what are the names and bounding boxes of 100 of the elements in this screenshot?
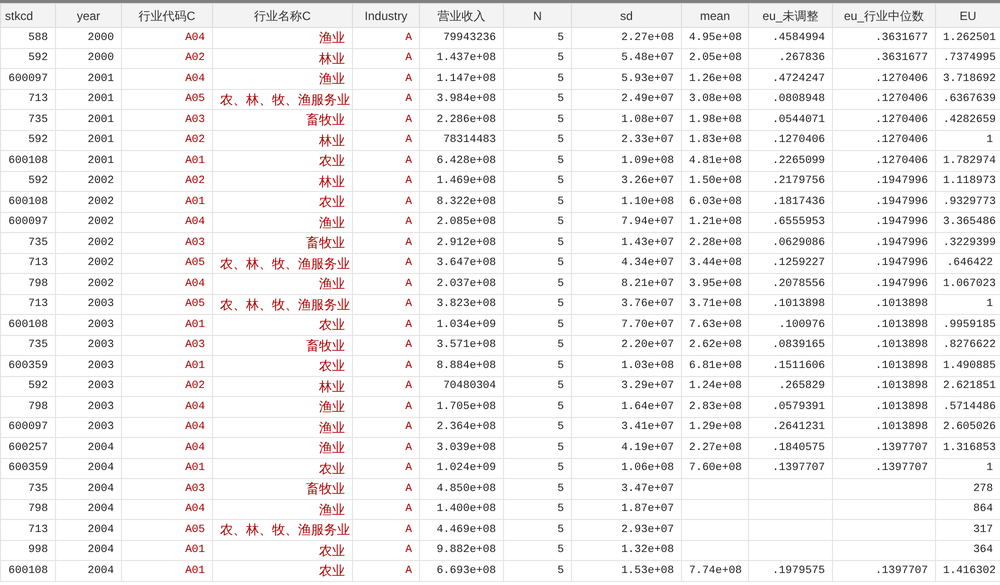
- table-cell: A: [352, 417, 420, 438]
- table-cell: 5: [504, 396, 572, 417]
- column-header[interactable]: year: [56, 4, 122, 28]
- table-cell: 5: [504, 314, 572, 335]
- column-header[interactable]: N: [504, 4, 572, 28]
- table-cell: 713: [0, 294, 56, 314]
- column-header[interactable]: 行业代码C: [122, 4, 212, 28]
- column-header[interactable]: stkcd: [0, 4, 56, 28]
- table-cell: 9.882e+08: [420, 540, 504, 560]
- table-cell: A: [352, 438, 420, 458]
- table-cell: 农、林、牧、渔服务业: [212, 89, 352, 110]
- table-cell: 600097: [0, 212, 56, 232]
- table-cell: .3631677: [832, 48, 936, 68]
- table-cell: .0579391: [748, 396, 832, 417]
- column-header[interactable]: 行业名称C: [212, 4, 352, 28]
- table-cell: 2001: [56, 150, 122, 171]
- table-cell: 7.60e+08: [682, 458, 748, 478]
- table-cell: .0629086: [748, 232, 832, 253]
- table-cell: 1.034e+09: [420, 314, 504, 335]
- table-cell: 1.32e+08: [572, 540, 682, 560]
- table-cell: .1259227: [748, 253, 832, 274]
- table-cell: 798: [0, 499, 56, 520]
- table-cell: A01: [122, 458, 212, 478]
- table-cell: A: [352, 150, 420, 171]
- table-cell: A05: [122, 294, 212, 314]
- table-cell: A: [352, 232, 420, 253]
- table-cell: 5: [504, 560, 572, 581]
- table-cell: .1270406: [832, 150, 936, 171]
- column-header[interactable]: mean: [682, 4, 748, 28]
- table-cell: 2004: [56, 458, 122, 478]
- table-cell: A03: [122, 232, 212, 253]
- table-cell: 1.87e+07: [572, 499, 682, 520]
- table-cell: 5: [504, 274, 572, 294]
- table-cell: A01: [122, 356, 212, 376]
- table-cell: 2001: [56, 130, 122, 150]
- column-header[interactable]: eu_未调整: [748, 4, 832, 28]
- table-cell: 2003: [56, 335, 122, 356]
- table-cell: 2002: [56, 274, 122, 294]
- table-cell: A01: [122, 150, 212, 171]
- table-cell: A02: [122, 171, 212, 192]
- table-cell: A: [352, 376, 420, 396]
- table-cell: 5: [504, 499, 572, 520]
- table-cell: 600108: [0, 560, 56, 581]
- table-cell: 713: [0, 520, 56, 540]
- table-cell: .2179756: [748, 171, 832, 192]
- table-cell: 735: [0, 335, 56, 356]
- column-header[interactable]: Industry: [352, 4, 420, 28]
- table-cell: 2.93e+07: [572, 520, 682, 540]
- table-cell: A: [352, 130, 420, 150]
- table-cell: .1013898: [832, 335, 936, 356]
- table-cell: 2.83e+08: [682, 396, 748, 417]
- table-cell: 5: [504, 130, 572, 150]
- table-cell: .2078556: [748, 274, 832, 294]
- table-cell: 588: [0, 28, 56, 48]
- table-cell: 2.037e+08: [420, 274, 504, 294]
- table-cell: .4724247: [748, 68, 832, 89]
- table-cell: .1013898: [832, 396, 936, 417]
- table-cell: 2004: [56, 499, 122, 520]
- column-header[interactable]: eu_行业中位数: [832, 4, 936, 28]
- table-cell: 农业: [212, 540, 352, 560]
- table-cell: 1.21e+08: [682, 212, 748, 232]
- table-cell: 5: [504, 150, 572, 171]
- table-cell: A: [352, 396, 420, 417]
- table-cell: 5: [504, 89, 572, 110]
- table-cell: 600108: [0, 150, 56, 171]
- table-cell: A: [352, 294, 420, 314]
- table-cell: A03: [122, 478, 212, 499]
- table-cell: 1.26e+08: [682, 68, 748, 89]
- table-cell: 5: [504, 294, 572, 314]
- table-cell: A04: [122, 212, 212, 232]
- column-header[interactable]: 营业收入: [420, 4, 504, 28]
- table-cell: 2003: [56, 396, 122, 417]
- table-cell: A: [352, 171, 420, 192]
- table-cell: A: [352, 253, 420, 274]
- table-cell: 713: [0, 89, 56, 110]
- table-cell: 农业: [212, 192, 352, 212]
- table-cell: A: [352, 540, 420, 560]
- table-cell: 78314483: [420, 130, 504, 150]
- table-cell: 5.48e+07: [572, 48, 682, 68]
- table-cell: 5: [504, 376, 572, 396]
- table-cell: 3.71e+08: [682, 294, 748, 314]
- column-header[interactable]: EU: [936, 4, 1000, 28]
- table-cell: 2003: [56, 376, 122, 396]
- table-cell: 1.10e+08: [572, 192, 682, 212]
- table-cell: 1.03e+08: [572, 356, 682, 376]
- table-cell: 2003: [56, 314, 122, 335]
- table-cell: 农业: [212, 560, 352, 581]
- table-cell: 2004: [56, 540, 122, 560]
- table-cell: 6.693e+08: [420, 560, 504, 581]
- table-cell: 农、林、牧、渔服务业: [212, 294, 352, 314]
- table-cell: .1947996: [832, 171, 936, 192]
- table-cell: .1013898: [748, 294, 832, 314]
- table-cell: A02: [122, 376, 212, 396]
- table-cell: 2.28e+08: [682, 232, 748, 253]
- table-cell: 1.64e+07: [572, 396, 682, 417]
- table-cell: A02: [122, 130, 212, 150]
- table-cell: .1397707: [832, 438, 936, 458]
- table-cell: 渔业: [212, 68, 352, 89]
- column-header[interactable]: sd: [572, 4, 682, 28]
- table-cell: .1947996: [832, 192, 936, 212]
